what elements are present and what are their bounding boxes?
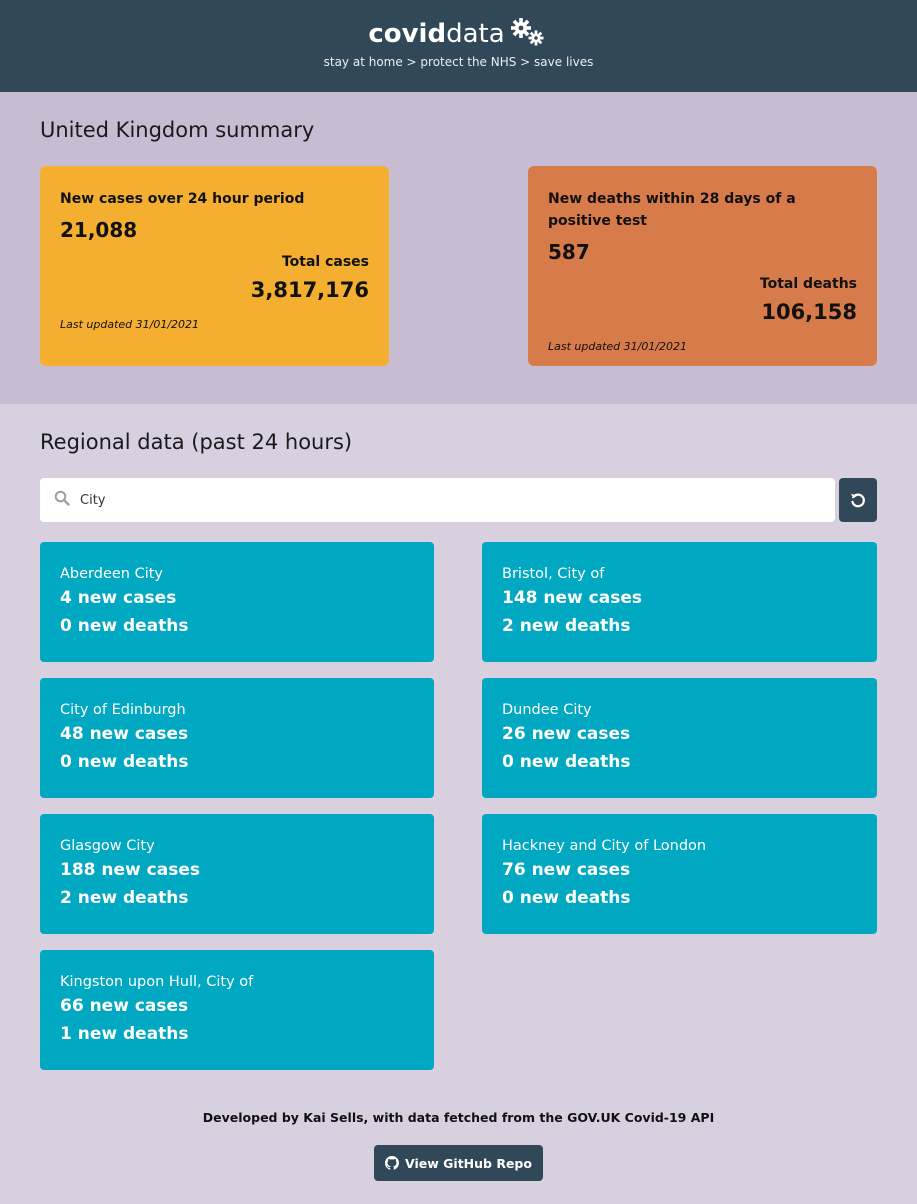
brand-light: data [446, 19, 505, 49]
region-new-deaths: 0 new deaths [502, 752, 631, 772]
reset-button[interactable] [839, 478, 877, 522]
deaths-card: New deaths within 28 days of a positive … [528, 166, 877, 366]
region-new-cases: 148 new cases [502, 588, 642, 608]
github-repo-button[interactable]: View GitHub Repo [374, 1145, 543, 1181]
region-card: Kingston upon Hull, City of 66 new cases 1… [40, 950, 434, 1070]
region-new-deaths: 0 new deaths [60, 616, 189, 636]
brand-bold: covid [368, 19, 447, 49]
region-name: Bristol, City of [502, 566, 605, 582]
api-source-link[interactable]: GOV.UK Covid-19 API [567, 1110, 714, 1125]
region-name: Aberdeen City [60, 566, 164, 582]
regional-section: Regional data (past 24 hours) Aberdeen C… [0, 404, 917, 1181]
gears-icon [509, 16, 549, 48]
region-grid: Aberdeen City 4 new cases 0 new deaths Bris… [40, 542, 877, 1070]
region-new-deaths: 0 new deaths [502, 888, 631, 908]
cases-last-updated: Last updated 31/01/2021 [60, 318, 200, 331]
region-new-deaths: 1 new deaths [60, 1024, 189, 1044]
search-row [40, 478, 877, 522]
region-new-cases: 76 new cases [502, 860, 631, 880]
region-name: Dundee City [502, 702, 592, 718]
region-card: Aberdeen City 4 new cases 0 new deaths [40, 542, 434, 662]
region-name: City of Edinburgh [60, 702, 186, 718]
footer-text-1: Developed by [202, 1110, 304, 1125]
new-cases-value: 21,088 [60, 218, 138, 242]
author-link[interactable]: Kai Sells [303, 1110, 363, 1125]
search-icon [54, 490, 70, 510]
footer-text-2: , with data fetched from the [363, 1110, 568, 1125]
footer-credit: Developed by Kai Sells, with data fetche… [40, 1110, 877, 1125]
region-card: Hackney and City of London 76 new cases 0 … [482, 814, 877, 934]
uk-summary-section: United Kingdom summary New cases over 24… [0, 92, 917, 404]
github-icon [385, 1156, 400, 1170]
region-new-deaths: 2 new deaths [502, 616, 631, 636]
cases-card: New cases over 24 hour period 21,088 Tot… [40, 166, 389, 366]
new-deaths-value: 587 [548, 240, 590, 264]
footer: Developed by Kai Sells, with data fetche… [40, 1110, 877, 1181]
deaths-last-updated: Last updated 31/01/2021 [548, 340, 688, 353]
summary-title: United Kingdom summary [40, 118, 315, 142]
total-cases-value: 3,817,176 [250, 278, 369, 302]
total-deaths-label: Total deaths [759, 276, 857, 292]
region-name: Glasgow City [60, 838, 155, 854]
regional-title: Regional data (past 24 hours) [40, 430, 353, 454]
region-name: Hackney and City of London [502, 838, 707, 854]
site-header: covid data stay at home > protect the NH… [0, 0, 917, 92]
region-card: City of Edinburgh 48 new cases 0 new death… [40, 678, 434, 798]
region-new-cases: 188 new cases [60, 860, 200, 880]
total-deaths-value: 106,158 [761, 300, 857, 324]
tagline: stay at home > protect the NHS > save li… [323, 55, 594, 69]
site-logo[interactable]: covid data [368, 18, 548, 50]
region-new-cases: 66 new cases [60, 996, 189, 1016]
deaths-label: New deaths within 28 days of a positive … [548, 191, 796, 229]
region-new-deaths: 2 new deaths [60, 888, 189, 908]
reset-icon [850, 493, 865, 508]
region-card: Glasgow City 188 new cases 2 new deaths [40, 814, 434, 934]
region-new-cases: 48 new cases [60, 724, 189, 744]
region-card: Dundee City 26 new cases 0 new deaths [482, 678, 877, 798]
region-card: Bristol, City of 148 new cases 2 new death… [482, 542, 877, 662]
search-input[interactable] [80, 492, 780, 508]
total-cases-label: Total cases [281, 254, 369, 270]
cases-label: New cases over 24 hour period [60, 191, 305, 207]
region-new-cases: 26 new cases [502, 724, 631, 744]
region-new-deaths: 0 new deaths [60, 752, 189, 772]
region-name: Kingston upon Hull, City of [60, 974, 254, 990]
region-new-cases: 4 new cases [60, 588, 177, 608]
github-button-label: View GitHub Repo [405, 1155, 532, 1171]
search-box[interactable] [40, 478, 835, 522]
